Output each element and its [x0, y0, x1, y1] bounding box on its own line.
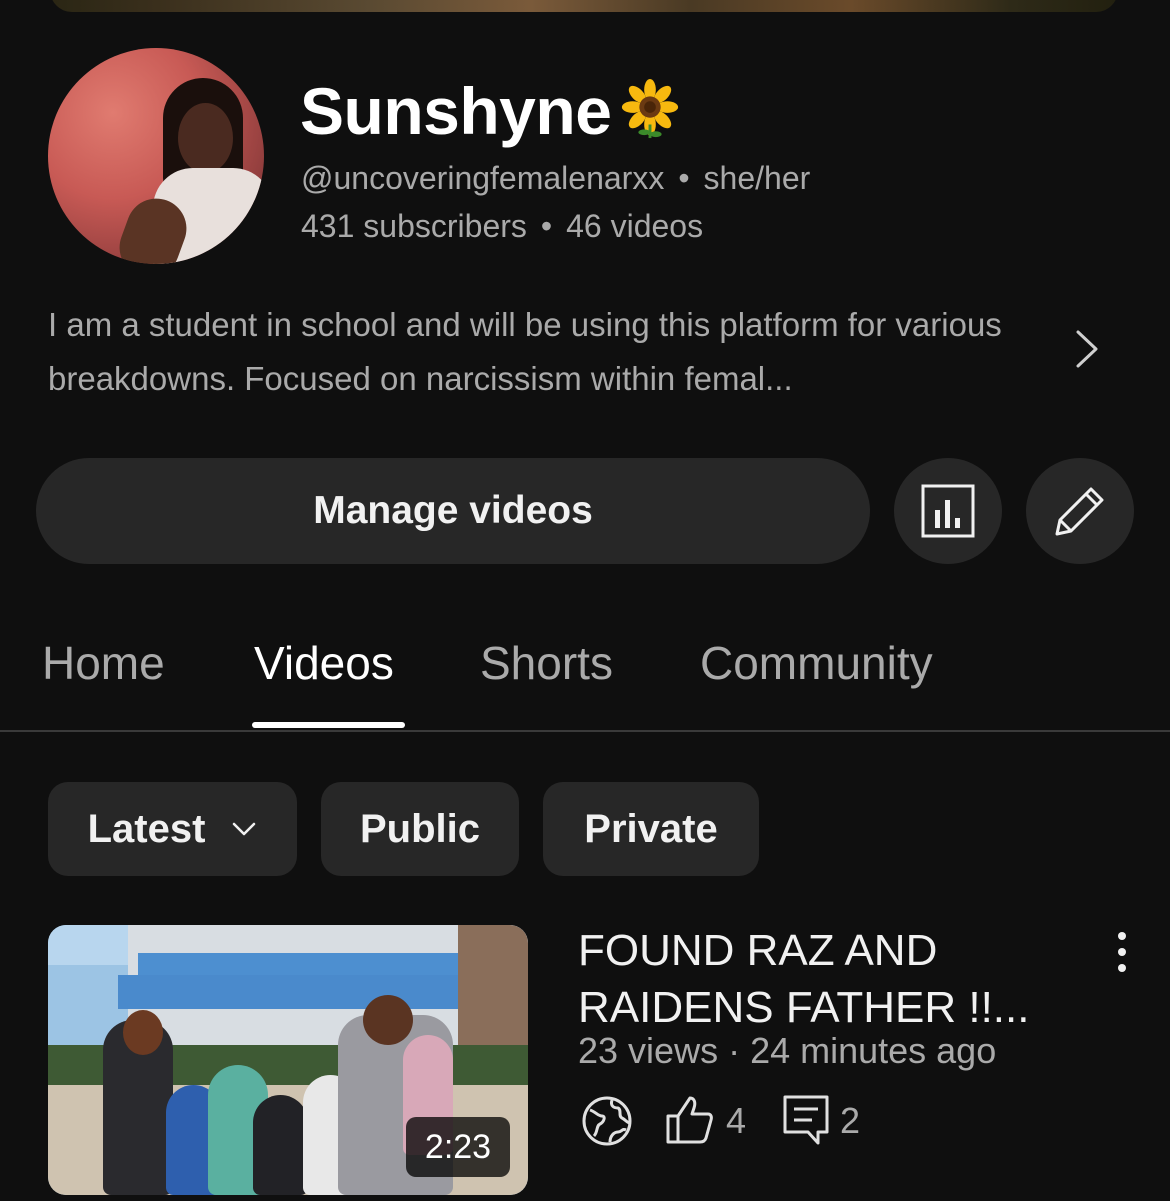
channel-handle-line: @uncoveringfemalenarxx • she/her — [301, 160, 811, 196]
tab-community[interactable]: Community — [700, 636, 933, 690]
analytics-button[interactable] — [894, 458, 1002, 564]
active-tab-indicator — [252, 722, 405, 728]
manage-videos-button[interactable]: Manage videos — [36, 458, 870, 564]
channel-stats-line: 431 subscribers • 46 videos — [301, 208, 704, 244]
edit-channel-button[interactable] — [1026, 458, 1134, 564]
channel-tabs: Home Videos Shorts Community — [0, 630, 1170, 732]
channel-banner — [50, 0, 1118, 12]
video-duration: 2:23 — [406, 1117, 510, 1177]
filter-private-chip[interactable]: Private — [543, 782, 759, 876]
chevron-right-icon[interactable] — [1068, 326, 1104, 372]
video-age: 24 minutes ago — [750, 1030, 997, 1071]
channel-avatar[interactable] — [48, 48, 264, 264]
chevron-down-icon — [233, 822, 256, 836]
subscriber-count: 431 subscribers — [301, 208, 527, 244]
video-title[interactable]: FOUND RAZ AND RAIDENS FATHER !!... — [578, 922, 1078, 1036]
filter-public-chip[interactable]: Public — [321, 782, 519, 876]
pencil-icon — [1055, 487, 1104, 536]
analytics-icon — [921, 484, 975, 538]
sort-dropdown[interactable]: Latest — [48, 782, 297, 876]
video-stats-row: 4 2 — [578, 1094, 998, 1154]
channel-description[interactable]: I am a student in school and will be usi… — [48, 298, 1048, 406]
comment-icon — [783, 1095, 829, 1145]
tab-videos[interactable]: Videos — [254, 636, 394, 690]
comment-count: 2 — [840, 1100, 861, 1141]
sunflower-icon — [622, 78, 679, 139]
video-views: 23 views — [578, 1030, 719, 1071]
tab-home[interactable]: Home — [42, 636, 165, 690]
video-count: 46 videos — [566, 208, 704, 244]
video-meta: 23 views · 24 minutes ago — [578, 1030, 997, 1071]
channel-handle: @uncoveringfemalenarxx — [301, 160, 665, 196]
globe-icon — [582, 1096, 632, 1146]
channel-name: Sunshyne — [300, 72, 681, 150]
more-options-icon[interactable] — [1106, 930, 1138, 974]
tabs-divider — [0, 730, 1170, 732]
like-count: 4 — [726, 1100, 747, 1141]
thumbs-up-icon — [666, 1096, 713, 1144]
channel-pronouns: she/her — [703, 160, 811, 196]
tab-shorts[interactable]: Shorts — [480, 636, 613, 690]
